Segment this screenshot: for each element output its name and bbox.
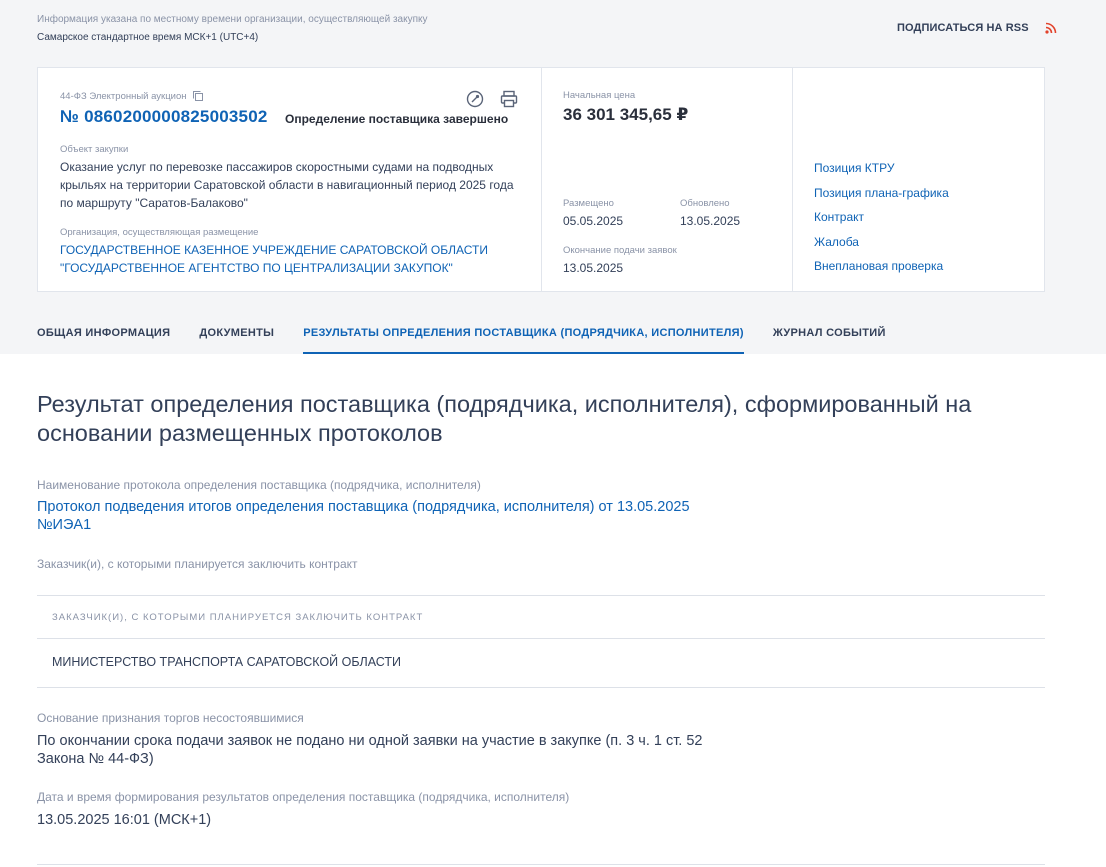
timezone-note: Информация указана по местному времени о… [37, 14, 428, 25]
procurement-type: 44-ФЗ Электронный аукцион [60, 90, 204, 102]
link-complaint[interactable]: Жалоба [814, 233, 949, 258]
initial-price: 36 301 345,65 ₽ [563, 105, 689, 124]
section-divider [37, 864, 1045, 865]
customers-table: ЗАКАЗЧИК(И), С КОТОРЫМИ ПЛАНИРУЕТСЯ ЗАКЛ… [37, 595, 1045, 688]
column-divider [792, 68, 793, 291]
datetime-value: 13.05.2025 16:01 (МСК+1) [37, 812, 212, 828]
tab-supplier-results[interactable]: РЕЗУЛЬТАТЫ ОПРЕДЕЛЕНИЯ ПОСТАВЩИКА (ПОДРЯ… [303, 320, 744, 354]
procurement-number[interactable]: № 0860200000825003502 [60, 107, 268, 127]
datetime-label: Дата и время формирования результатов оп… [37, 790, 570, 804]
protocol-label: Наименование протокола определения поста… [37, 478, 481, 492]
object-label: Объект закупки [60, 144, 129, 155]
procurement-header-area: Информация указана по местному времени о… [0, 0, 1106, 354]
copy-icon[interactable] [192, 90, 204, 102]
procurement-type-label: 44-ФЗ Электронный аукцион [60, 90, 187, 102]
print-icon[interactable] [499, 89, 519, 109]
column-divider [541, 68, 542, 291]
table-header: ЗАКАЗЧИК(И), С КОТОРЫМИ ПЛАНИРУЕТСЯ ЗАКЛ… [52, 612, 424, 623]
history-icon[interactable] [465, 89, 485, 109]
customers-label: Заказчик(и), с которыми планируется закл… [37, 557, 358, 571]
tab-general-info[interactable]: ОБЩАЯ ИНФОРМАЦИЯ [37, 320, 170, 354]
link-plan-schedule-position[interactable]: Позиция плана-графика [814, 184, 949, 209]
procurement-status: Определение поставщика завершено [285, 112, 509, 126]
price-label: Начальная цена [563, 90, 636, 101]
related-links: Позиция КТРУ Позиция плана-графика Контр… [814, 159, 949, 282]
posted-label: Размещено [563, 198, 614, 209]
protocol-link[interactable]: Протокол подведения итогов определения п… [37, 498, 717, 534]
procurement-card: 44-ФЗ Электронный аукцион № 086020000082… [37, 67, 1045, 292]
tab-bar: ОБЩАЯ ИНФОРМАЦИЯ ДОКУМЕНТЫ РЕЗУЛЬТАТЫ ОП… [37, 320, 886, 354]
reason-label: Основание признания торгов несостоявшими… [37, 711, 304, 725]
rss-icon[interactable] [1045, 22, 1057, 34]
link-contract[interactable]: Контракт [814, 208, 949, 233]
table-row: МИНИСТЕРСТВО ТРАНСПОРТА САРАТОВСКОЙ ОБЛА… [52, 655, 402, 669]
link-unscheduled-inspection[interactable]: Внеплановая проверка [814, 257, 949, 282]
tab-documents[interactable]: ДОКУМЕНТЫ [199, 320, 274, 354]
rss-subscribe[interactable]: ПОДПИСАТЬСЯ НА RSS [897, 22, 1057, 34]
link-ktru-position[interactable]: Позиция КТРУ [814, 159, 949, 184]
timezone-value: Самарское стандартное время МСК+1 (UTC+4… [37, 32, 259, 43]
organization-label: Организация, осуществляющая размещение [60, 227, 259, 238]
updated-label: Обновлено [680, 198, 730, 209]
tab-event-log[interactable]: ЖУРНАЛ СОБЫТИЙ [773, 320, 886, 354]
updated-date: 13.05.2025 [680, 214, 741, 228]
posted-date: 05.05.2025 [563, 214, 624, 228]
table-divider [37, 687, 1045, 688]
reason-text: По окончании срока подачи заявок не пода… [37, 733, 703, 767]
page-title: Результат определения поставщика (подряд… [37, 391, 972, 446]
deadline-label: Окончание подачи заявок [563, 245, 677, 256]
deadline-date: 13.05.2025 [563, 261, 624, 275]
organization-link[interactable]: ГОСУДАРСТВЕННОЕ КАЗЕННОЕ УЧРЕЖДЕНИЕ САРА… [60, 241, 530, 277]
object-text: Оказание услуг по перевозке пассажиров с… [60, 160, 514, 210]
rss-subscribe-link[interactable]: ПОДПИСАТЬСЯ НА RSS [897, 22, 1029, 34]
